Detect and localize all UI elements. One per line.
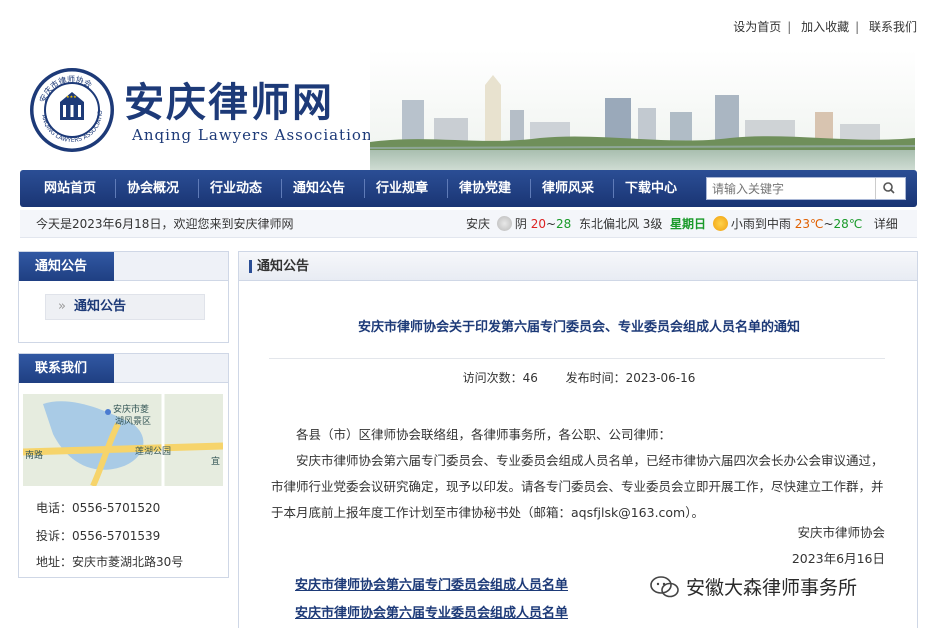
weather-forecast: 小雨到中雨 bbox=[730, 217, 791, 231]
divider bbox=[269, 358, 885, 359]
weekday: 星期日 bbox=[670, 217, 707, 231]
article-greeting: 各县（市）区律师协会联络组，各律师事务所，各公职、公司律师： bbox=[296, 427, 672, 442]
temp2-high: 28℃ bbox=[833, 217, 863, 231]
nav-about[interactable]: 协会概况 bbox=[112, 170, 194, 207]
sign-date: 2023年6月16日 bbox=[791, 551, 885, 566]
site-name-cn: 安庆律师网 bbox=[124, 79, 334, 126]
wind-info: 东北偏北风 3级 bbox=[578, 217, 663, 231]
temp-separator: ~ bbox=[545, 217, 557, 231]
double-arrow-icon: » bbox=[58, 299, 66, 314]
contact-phone: 电话：0556-5701520 bbox=[36, 501, 161, 515]
search-icon bbox=[883, 182, 895, 194]
nav-regulations[interactable]: 行业规章 bbox=[361, 170, 443, 207]
nav-home[interactable]: 网站首页 bbox=[29, 170, 111, 207]
contact-us-link[interactable]: 联系我们 bbox=[869, 20, 917, 34]
nav-lawyer-profiles[interactable]: 律师风采 bbox=[527, 170, 609, 207]
temp-low: 20 bbox=[530, 217, 546, 231]
attachment-link-1[interactable]: 安庆市律师协会第六届专门委员会组成人员名单 bbox=[295, 574, 568, 593]
publish-date: 2023-06-16 bbox=[625, 371, 696, 385]
article-paragraph: 安庆市律师协会第六届专门委员会、专业委员会组成人员名单，已经市律协六届四次会长办… bbox=[271, 453, 884, 520]
seal-icon: 安庆市律师协会 ANQING LAWYERS ASSOCIATION ★★★ bbox=[30, 68, 114, 152]
article-body: 各县（市）区律师协会联络组，各律师事务所，各公职、公司律师： 安庆市律师协会第六… bbox=[271, 422, 891, 526]
map-label: 莲湖公园 bbox=[135, 445, 171, 457]
add-favorite-link[interactable]: 加入收藏 bbox=[801, 20, 849, 34]
weather-city: 安庆 bbox=[466, 217, 491, 231]
contact-complaint: 投诉：0556-5701539 bbox=[36, 529, 161, 543]
article-meta: 访问次数：46 发布时间：2023-06-16 bbox=[462, 371, 696, 385]
sidebar-contact-title: 联系我们 bbox=[19, 354, 114, 383]
page: 设为首页 | 加入收藏 | 联系我们 安庆市律师协会 ANQING LAWYERS … bbox=[0, 0, 931, 628]
map-image: 安庆市菱 湖风景区 莲湖公园 南路 宜 bbox=[23, 394, 223, 486]
main-nav: 网站首页 协会概况 行业动态 通知公告 行业规章 律协党建 律师风采 下载中心 bbox=[20, 170, 917, 207]
search-button[interactable] bbox=[875, 178, 905, 199]
nav-downloads[interactable]: 下载中心 bbox=[610, 170, 692, 207]
set-homepage-link[interactable]: 设为首页 bbox=[733, 20, 781, 34]
contact-address: 地址：安庆市菱湖北路30号 bbox=[36, 555, 184, 569]
site-header: 安庆市律师协会 ANQING LAWYERS ASSOCIATION ★★★ 安… bbox=[0, 50, 931, 170]
info-bar: 今天是2023年6月18日，欢迎您来到安庆律师网 安庆 阴 20~28 东北偏北… bbox=[20, 210, 917, 238]
search-input[interactable] bbox=[707, 178, 875, 200]
main-content: 通知公告 安庆市律师协会关于印发第六届专门委员会、专业委员会组成人员名单的通知 … bbox=[238, 251, 918, 628]
temp2-low: 23℃ bbox=[794, 217, 824, 231]
top-links: 设为首页 | 加入收藏 | 联系我们 bbox=[733, 20, 917, 34]
site-name-en: Anqing Lawyers Association bbox=[132, 126, 373, 144]
visit-count: 46 bbox=[522, 371, 538, 385]
weather-widget: 安庆 阴 20~28 东北偏北风 3级 星期日 小雨到中雨 23℃~28℃ 详细 bbox=[466, 216, 898, 231]
nav-industry-news[interactable]: 行业动态 bbox=[195, 170, 277, 207]
sidebar-notices-panel: 通知公告 » 通知公告 bbox=[18, 251, 229, 343]
attachment-link-2[interactable]: 安庆市律师协会第六届专业委员会组成人员名单 bbox=[295, 602, 568, 621]
temp-high: 28 bbox=[556, 217, 572, 231]
article-title: 安庆市律师协会关于印发第六届专门委员会、专业委员会组成人员名单的通知 bbox=[357, 320, 800, 335]
wechat-icon bbox=[650, 576, 679, 598]
wechat-watermark: 安徽大森律师事务所 bbox=[650, 573, 857, 600]
location-map[interactable]: 安庆市菱 湖风景区 莲湖公园 南路 宜 bbox=[23, 394, 223, 486]
map-label: 湖风景区 bbox=[115, 416, 151, 427]
weather-condition: 阴 bbox=[514, 217, 527, 231]
sidebar-item-label: 通知公告 bbox=[73, 299, 126, 314]
svg-text:★★★: ★★★ bbox=[66, 94, 77, 99]
sidebar-notices-title: 通知公告 bbox=[19, 252, 114, 281]
sidebar-item-notices[interactable]: » 通知公告 bbox=[45, 294, 205, 320]
map-label: 宜 bbox=[211, 455, 220, 467]
nav-party-building[interactable]: 律协党建 bbox=[444, 170, 526, 207]
nav-notices[interactable]: 通知公告 bbox=[278, 170, 360, 207]
cloudy-icon bbox=[496, 216, 512, 231]
signer: 安庆市律师协会 bbox=[797, 525, 885, 540]
watermark-text: 安徽大森律师事务所 bbox=[686, 577, 858, 599]
city-skyline-banner bbox=[370, 50, 915, 170]
section-title: 通知公告 bbox=[239, 252, 917, 281]
weather-details-link[interactable]: 详细 bbox=[874, 217, 898, 231]
rain-sun-icon bbox=[712, 216, 728, 231]
sidebar-contact-panel: 联系我们 安庆市菱 湖风景区 莲湖公园 南路 宜 电话：0556-5701520… bbox=[18, 353, 229, 578]
association-seal-logo[interactable]: 安庆市律师协会 ANQING LAWYERS ASSOCIATION ★★★ bbox=[30, 68, 114, 152]
map-label: 南路 bbox=[25, 449, 43, 461]
map-label: 安庆市菱 bbox=[113, 403, 149, 415]
today-greeting: 今天是2023年6月18日，欢迎您来到安庆律师网 bbox=[36, 217, 294, 231]
search-box bbox=[706, 177, 906, 200]
